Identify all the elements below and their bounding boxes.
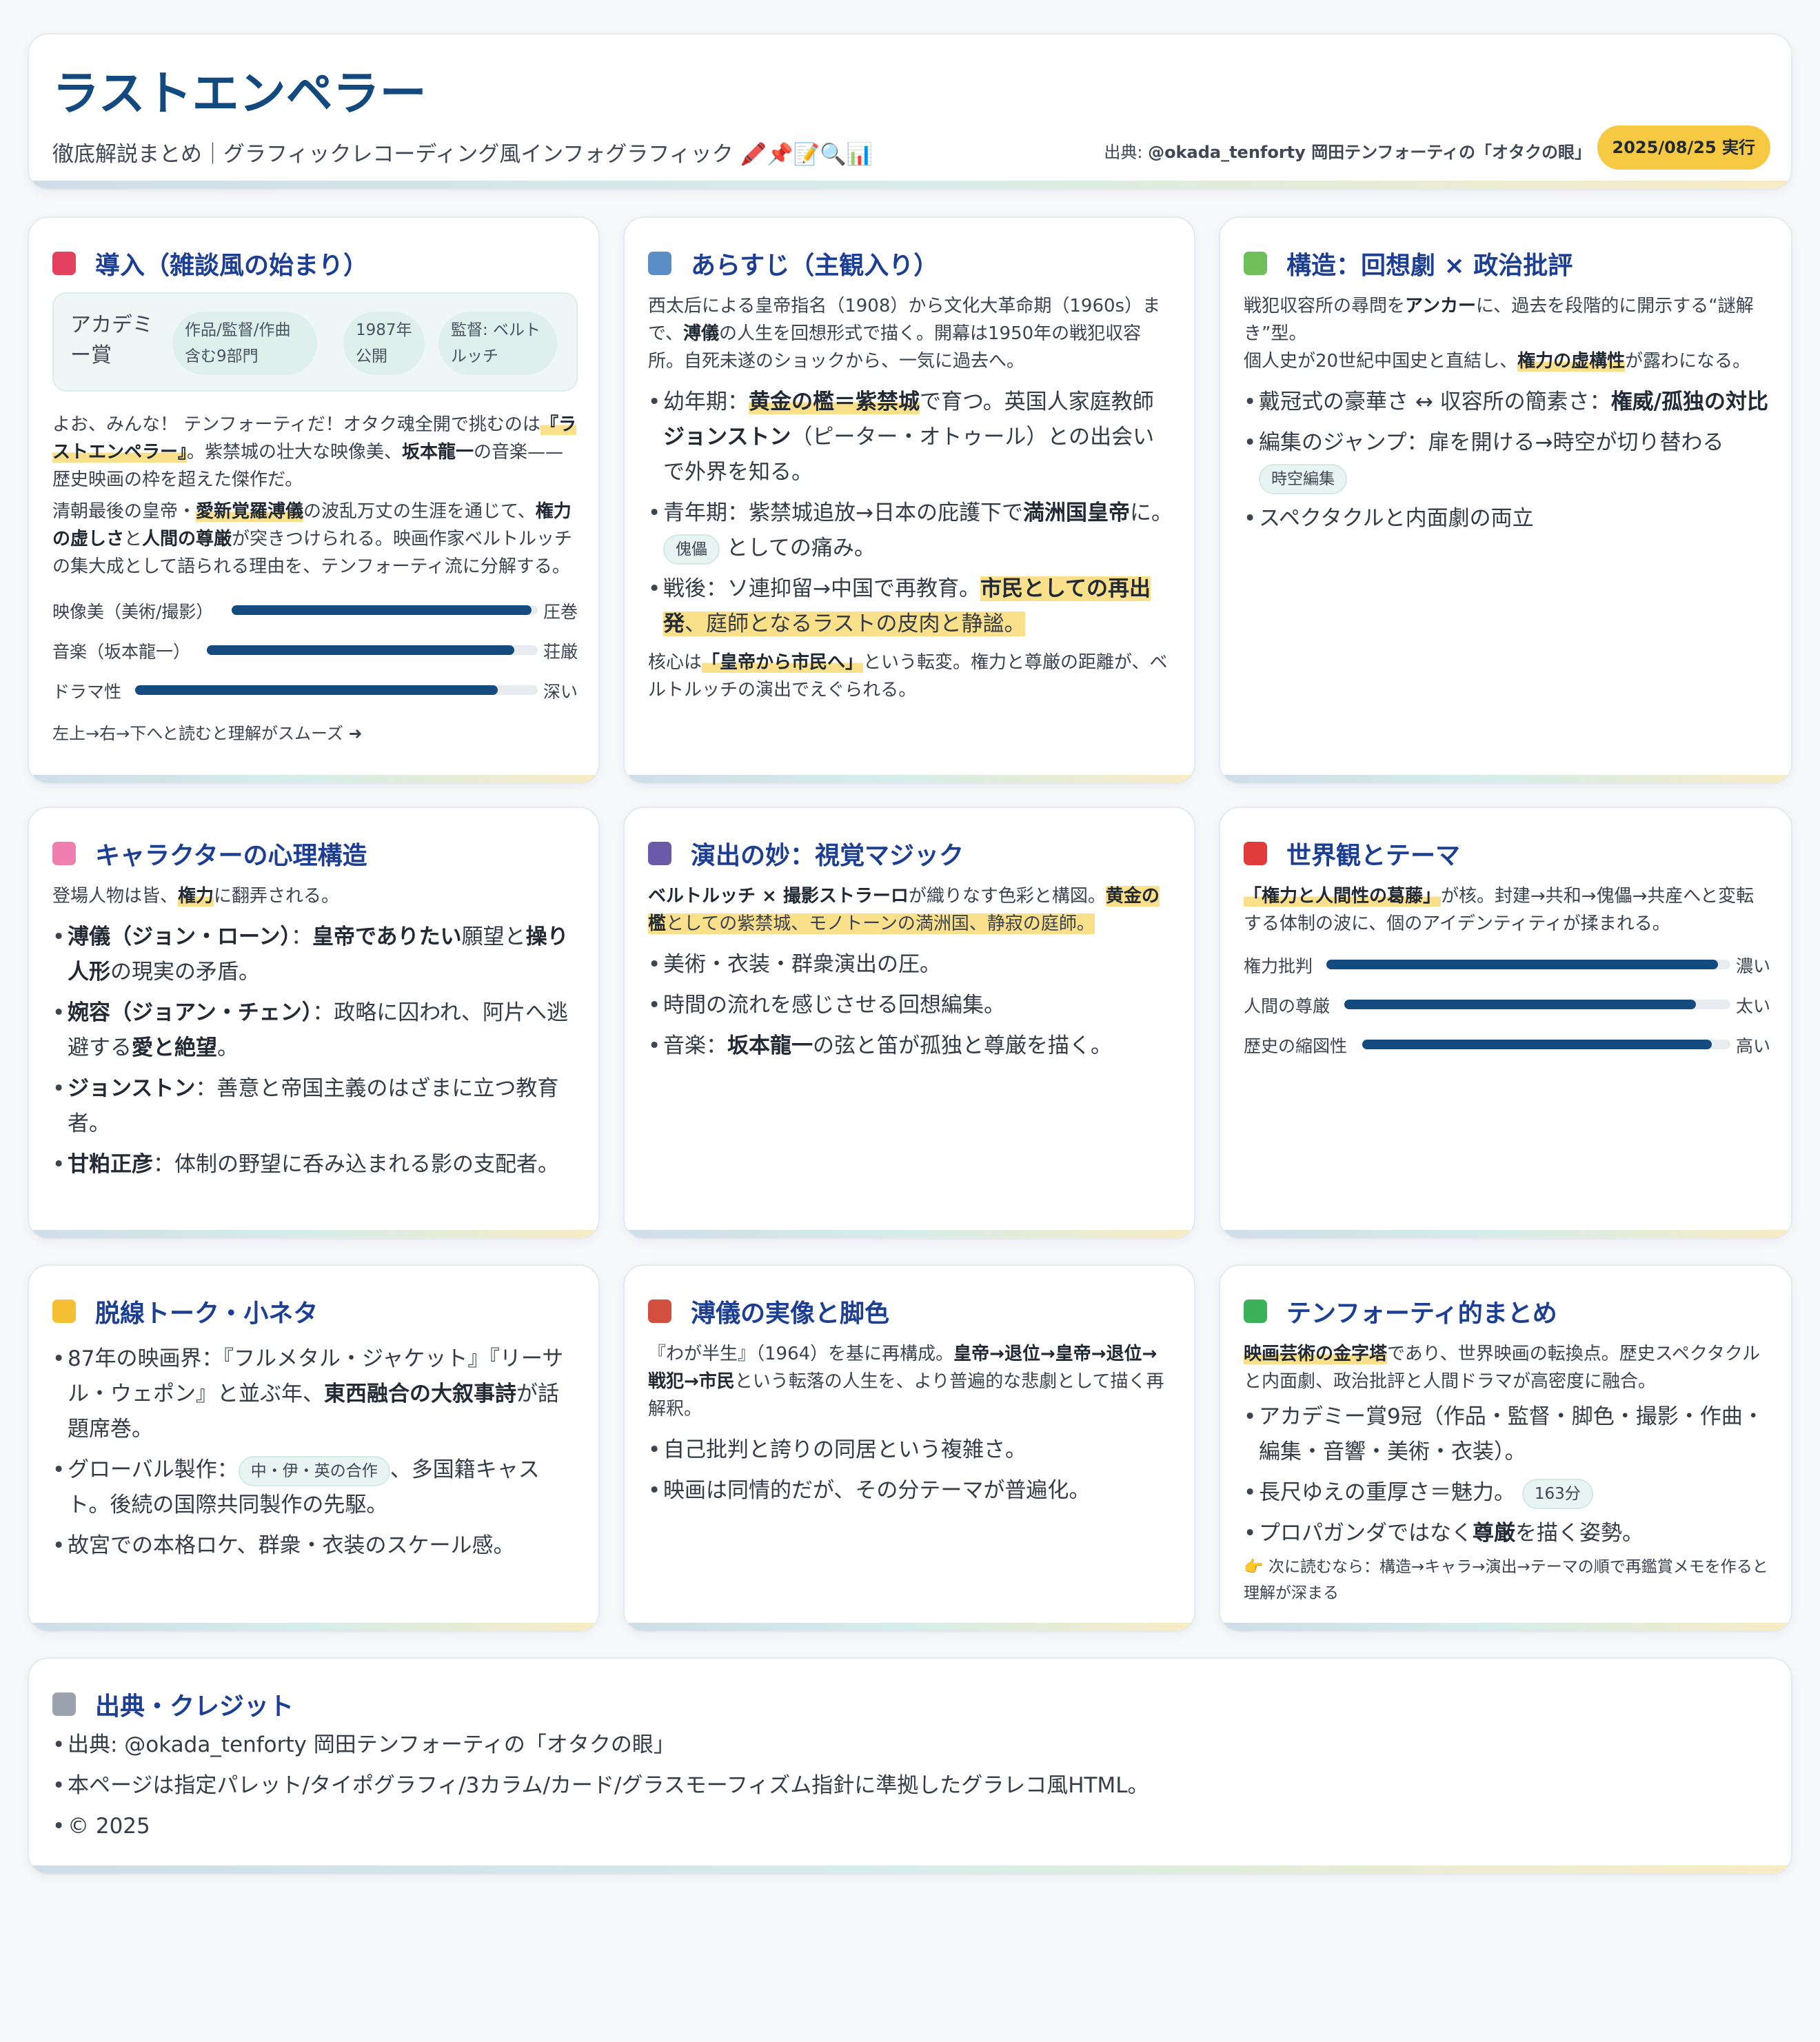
synopsis-card: あらすじ（主観入り） 西太后による皇帝指名（1908）から文化大革命期（1960…	[623, 216, 1195, 785]
rating-bar: ドラマ性 深い	[52, 682, 578, 702]
list-item: アカデミー賞9冠（作品・監督・脚色・撮影・作曲・編集・音響・美術・衣装）。	[1244, 1399, 1770, 1470]
reality-list: 自己批判と誇りの同居という複雑さ。 映画は同情的だが、その分テーマが普遍化。	[648, 1433, 1173, 1508]
reading-hint: 左上→右→下へと読むと理解がスムーズ ➜	[52, 724, 363, 743]
runtime-chip: 163分	[1521, 1478, 1593, 1509]
card-title: テンフォーティ的まとめ	[1286, 1300, 1557, 1328]
time-edit-chip: 時空編集	[1259, 463, 1347, 494]
credits-card: 出典・クレジット 出典: @okada_tenforty 岡田テンフォーティの「…	[28, 1657, 1792, 1875]
list-item: 時間の流れを感じさせる回想編集。	[648, 988, 1173, 1023]
card-title: 構造：回想劇 × 政治批評	[1286, 252, 1573, 280]
director-chip: 監督: ベルトルッチ	[438, 312, 557, 375]
structure-paragraph-2: 個人史が20世紀中国史と直結し、権力の虚構性が露わになる。	[1244, 351, 1751, 372]
list-item: 本ページは指定パレット/タイポグラフィ/3カラム/カード/グラスモーフィズム指針…	[52, 1768, 1770, 1803]
receipt-icon	[52, 1692, 76, 1716]
theme-paragraph: 「権力と人間性の葛藤」が核。封建→共和→傀儡→共産へと変転する体制の波に、個のア…	[1244, 886, 1755, 934]
intro-card: 導入（雑談風の始まり） アカデミー賞 作品/監督/作曲含む9部門 1987年公開…	[28, 216, 600, 785]
page-title: ラストエンペラー	[52, 67, 427, 121]
card-title: 脱線トーク・小ネタ	[95, 1300, 318, 1328]
theme-card: 世界観とテーマ 「権力と人間性の葛藤」が核。封建→共和→傀儡→共産へと変転する体…	[1219, 807, 1792, 1240]
coproduction-chip: 中・伊・英の合作	[238, 1455, 390, 1486]
list-item: 幼年期：黄金の檻＝紫禁城で育つ。英国人家庭教師ジョンストン（ピーター・オトゥール…	[648, 385, 1173, 490]
intro-paragraph-1: よお、みんな！ テンフォーティだ！オタク魂全開で挑むのは『ラストエンペラー』。紫…	[52, 414, 576, 490]
trivia-card: 脱線トーク・小ネタ 87年の映画界：『フルメタル・ジャケット』『リーサル・ウェポ…	[28, 1264, 600, 1632]
next-reading-hint: 👉 次に読むなら：構造→キャラ→演出→テーマの順で再鑑賞メモを作ると理解が深まる	[1244, 1558, 1768, 1602]
book-icon	[648, 252, 671, 275]
synopsis-list: 幼年期：黄金の檻＝紫禁城で育つ。英国人家庭教師ジョンストン（ピーター・オトゥール…	[648, 385, 1173, 642]
credits-list: 出典: @okada_tenforty 岡田テンフォーティの「オタクの眼」 本ペ…	[52, 1728, 1770, 1844]
award-panel: アカデミー賞 作品/監督/作曲含む9部門 1987年公開 監督: ベルトルッチ	[52, 292, 578, 392]
direction-paragraph: ベルトルッチ × 撮影ストラーロが織りなす色彩と構図。黄金の檻としての紫禁城、モ…	[648, 886, 1160, 934]
clapperboard-icon	[648, 842, 671, 865]
list-item: グローバル製作：中・伊・英の合作、多国籍キャスト。後続の国際共同製作の先駆。	[52, 1453, 578, 1523]
structure-card: 構造：回想劇 × 政治批評 戦犯収容所の尋問をアンカーに、過去を段階的に開示する…	[1219, 216, 1792, 785]
header-card: ラストエンペラー 徹底解説まとめ｜グラフィックレコーディング風インフォグラフィッ…	[28, 33, 1792, 190]
card-title: 出典・クレジット	[95, 1692, 294, 1721]
list-item: 戦後：ソ連抑留→中国で再教育。市民としての再出発、庭師となるラストの皮肉と静謐。	[648, 572, 1173, 642]
list-item: 編集のジャンプ：扉を開ける→時空が切り替わる 時空編集	[1244, 425, 1770, 496]
year-chip: 1987年公開	[343, 312, 425, 375]
page-subtitle: 徹底解説まとめ｜グラフィックレコーディング風インフォグラフィック 🖍️📌📝🔍📊	[52, 142, 873, 167]
list-item: 美術・衣装・群衆演出の圧。	[648, 947, 1173, 982]
list-item: 音楽：坂本龍一の弦と笛が孤独と尊厳を描く。	[648, 1029, 1173, 1064]
list-item: 長尺ゆえの重厚さ＝魅力。 163分	[1244, 1475, 1770, 1510]
date-badge: 2025/08/25 実行	[1597, 125, 1770, 170]
structure-paragraph-1: 戦犯収容所の尋問をアンカーに、過去を段階的に開示する“謎解き”型。	[1244, 296, 1754, 344]
award-label: アカデミー賞	[70, 313, 153, 367]
books-icon	[648, 1300, 671, 1323]
puzzle-icon	[1244, 252, 1267, 275]
direction-list: 美術・衣装・群衆演出の圧。 時間の流れを感じさせる回想編集。 音楽：坂本龍一の弦…	[648, 947, 1173, 1064]
card-title: 導入（雑談風の始まり）	[95, 252, 369, 280]
characters-card: キャラクターの心理構造 登場人物は皆、権力に翻弄される。 溥儀（ジョン・ローン）…	[28, 807, 600, 1240]
lightbulb-icon	[52, 1300, 76, 1323]
summary-list: アカデミー賞9冠（作品・監督・脚色・撮影・作曲・編集・音響・美術・衣装）。 長尺…	[1244, 1399, 1770, 1551]
direction-card: 演出の妙：視覚マジック ベルトルッチ × 撮影ストラーロが織りなす色彩と構図。黄…	[623, 807, 1195, 1240]
theme-bar: 権力批判 濃い	[1244, 956, 1770, 976]
card-title: 溥儀の実像と脚色	[691, 1300, 890, 1328]
list-item: 映画は同情的だが、その分テーマが普遍化。	[648, 1473, 1173, 1508]
card-title: 世界観とテーマ	[1286, 842, 1461, 870]
rating-bar: 音楽（坂本龍一） 荘厳	[52, 642, 578, 662]
source-credit: 出典: @okada_tenforty 岡田テンフォーティの「オタクの眼」	[1104, 143, 1591, 162]
list-item: 青年期：紫禁城追放→日本の庇護下で満洲国皇帝に。 傀儡 としての痛み。	[648, 496, 1173, 566]
summary-card: テンフォーティ的まとめ 映画芸術の金字塔であり、世界映画の転換点。歴史スペクタク…	[1219, 1264, 1792, 1632]
theme-bar: 歴史の縮図性 高い	[1244, 1036, 1770, 1056]
brain-icon	[52, 842, 76, 865]
card-title: キャラクターの心理構造	[95, 842, 367, 870]
rating-bar: 映像美（美術/撮影） 圧巻	[52, 602, 578, 622]
list-item: スペクタクルと内面劇の両立	[1244, 501, 1770, 536]
list-item: 故宮での本格ロケ、群衆・衣装のスケール感。	[52, 1528, 578, 1564]
theme-bar: 人間の尊厳 太い	[1244, 996, 1770, 1016]
checkmark-icon	[1244, 1300, 1267, 1323]
award-chip: 作品/監督/作曲含む9部門	[172, 312, 317, 375]
card-title: あらすじ（主観入り）	[691, 252, 939, 280]
target-icon	[1244, 842, 1267, 865]
pin-icon	[52, 252, 76, 275]
synopsis-paragraph: 西太后による皇帝指名（1908）から文化大革命期（1960s）まで、溥儀の人生を…	[648, 296, 1161, 372]
list-item: 出典: @okada_tenforty 岡田テンフォーティの「オタクの眼」	[52, 1728, 1770, 1763]
list-item: 自己批判と誇りの同居という複雑さ。	[648, 1433, 1173, 1468]
list-item: ジョンストン：善意と帝国主義のはざまに立つ教育者。	[52, 1071, 578, 1142]
list-item: 戴冠式の豪華さ ↔ 収容所の簡素さ：権威/孤独の対比	[1244, 385, 1770, 420]
trivia-list: 87年の映画界：『フルメタル・ジャケット』『リーサル・ウェポン』と並ぶ年、東西融…	[52, 1342, 578, 1564]
card-title: 演出の妙：視覚マジック	[691, 842, 964, 870]
list-item: 婉容（ジョアン・チェン）：政略に囚われ、阿片へ逃避する愛と絶望。	[52, 995, 578, 1066]
reality-paragraph: 『わが半生』（1964）を基に再構成。皇帝→退位→皇帝→退位→戦犯→市民という転…	[648, 1344, 1164, 1419]
list-item: 溥儀（ジョン・ローン）：皇帝でありたい願望と操り人形の現実の矛盾。	[52, 920, 578, 990]
puppet-chip: 傀儡	[663, 534, 720, 565]
reality-card: 溥儀の実像と脚色 『わが半生』（1964）を基に再構成。皇帝→退位→皇帝→退位→…	[623, 1264, 1195, 1632]
summary-paragraph: 映画芸術の金字塔であり、世界映画の転換点。歴史スペクタクルと内面劇、政治批評と人…	[1244, 1344, 1761, 1392]
characters-list: 溥儀（ジョン・ローン）：皇帝でありたい願望と操り人形の現実の矛盾。 婉容（ジョア…	[52, 920, 578, 1182]
intro-paragraph-2: 清朝最後の皇帝・愛新覚羅溥儀の波乱万丈の生涯を通じて、権力の虚しさと人間の尊厳が…	[52, 501, 573, 577]
list-item: 87年の映画界：『フルメタル・ジャケット』『リーサル・ウェポン』と並ぶ年、東西融…	[52, 1342, 578, 1447]
structure-list: 戴冠式の豪華さ ↔ 収容所の簡素さ：権威/孤独の対比 編集のジャンプ：扉を開ける…	[1244, 385, 1770, 536]
list-item: © 2025	[52, 1809, 1770, 1844]
list-item: 甘粕正彦：体制の野望に呑み込まれる影の支配者。	[52, 1147, 578, 1182]
synopsis-core: 核心は「皇帝から市民へ」という転変。権力と尊厳の距離が、ベルトルッチの演出でえぐ…	[648, 652, 1168, 700]
list-item: プロパガンダではなく尊厳を描く姿勢。	[1244, 1516, 1770, 1551]
characters-paragraph: 登場人物は皆、権力に翻弄される。	[52, 886, 340, 907]
